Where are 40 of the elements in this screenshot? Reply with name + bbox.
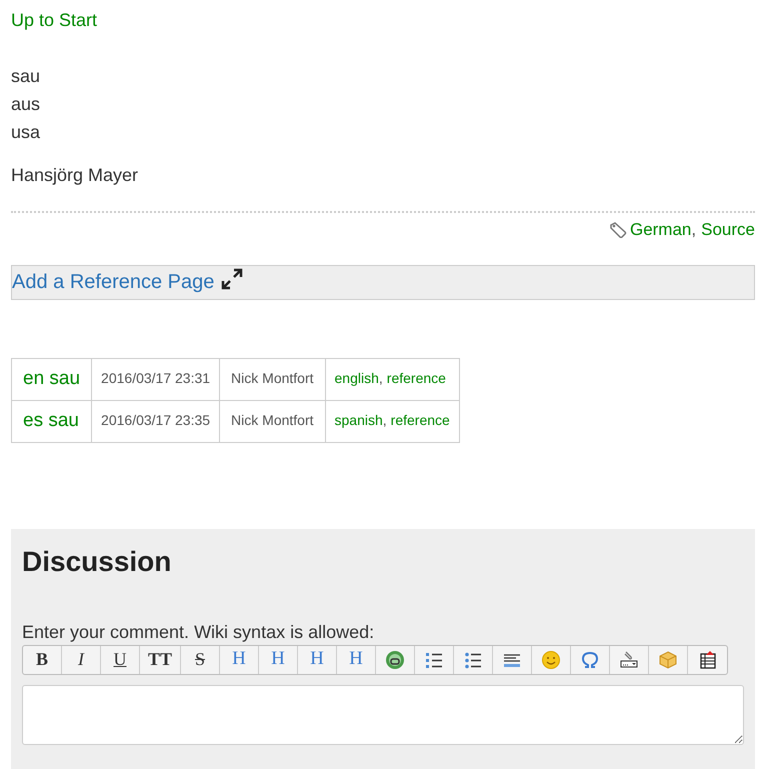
- add-reference-link[interactable]: Add a Reference Page: [12, 267, 214, 297]
- separator: ,: [691, 219, 696, 241]
- heading-menu-button[interactable]: H: [337, 646, 376, 674]
- text-line: usa: [11, 121, 40, 144]
- tag-link[interactable]: Source: [701, 217, 755, 242]
- paperclip-field-icon: [619, 650, 640, 670]
- tag-link[interactable]: reference: [390, 412, 450, 428]
- underline-button[interactable]: U: [101, 646, 140, 674]
- tag-link[interactable]: reference: [386, 370, 446, 386]
- smiley-icon: [541, 650, 562, 670]
- omega-icon: [580, 650, 600, 670]
- text-line: aus: [11, 93, 40, 116]
- comment-label: Enter your comment. Wiki syntax is allowed:: [22, 620, 374, 642]
- tag-icon: [608, 222, 627, 238]
- separator: ,: [378, 370, 383, 386]
- discussion-heading: Discussion: [22, 544, 172, 578]
- separator: ,: [382, 412, 387, 428]
- user-cell: Nick Montfort: [220, 400, 326, 442]
- box-icon: [658, 650, 678, 670]
- date-cell: 2016/03/17 23:35: [92, 400, 220, 442]
- bold-button[interactable]: B: [23, 646, 62, 674]
- link-icon: [385, 650, 406, 670]
- lower-heading-button[interactable]: H: [259, 646, 298, 674]
- author-name: Hansjörg Mayer: [11, 164, 138, 187]
- italic-button[interactable]: I: [62, 646, 101, 674]
- comment-field[interactable]: [22, 684, 744, 744]
- tag-link[interactable]: english: [334, 370, 379, 386]
- monospace-button[interactable]: TT: [140, 646, 182, 674]
- up-to-start-link[interactable]: Up to Start: [11, 7, 98, 34]
- heading-button[interactable]: H: [220, 646, 260, 674]
- bullet-list-icon: [463, 650, 484, 670]
- table-icon: [698, 650, 718, 670]
- user-cell: Nick Montfort: [220, 358, 326, 400]
- tag-link[interactable]: spanish: [334, 412, 383, 428]
- expand-icon[interactable]: [220, 267, 244, 291]
- text-line: sau: [11, 65, 40, 88]
- strikethrough-button[interactable]: S: [181, 646, 220, 674]
- higher-heading-button[interactable]: H: [298, 646, 338, 674]
- date-cell: 2016/03/17 23:31: [92, 358, 220, 400]
- tag-link[interactable]: German: [630, 217, 692, 242]
